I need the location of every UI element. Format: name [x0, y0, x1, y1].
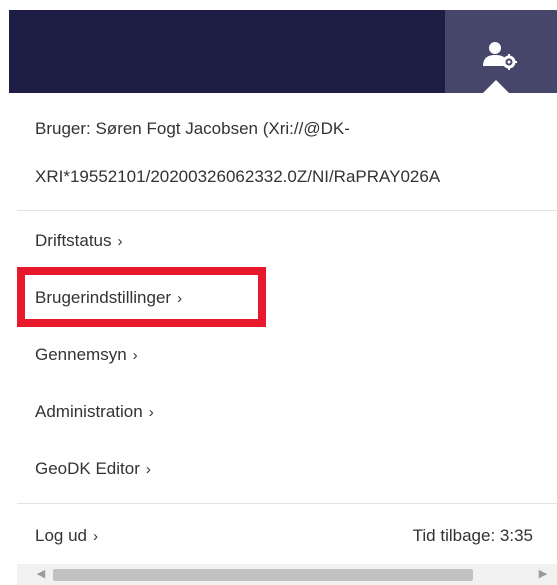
user-info-line1: Bruger: Søren Fogt Jacobsen (Xri://@DK- — [35, 119, 350, 138]
divider — [17, 503, 557, 504]
chevron-right-icon: › — [132, 347, 138, 364]
scroll-right-arrow-icon[interactable]: ▶ — [533, 564, 553, 585]
user-info-line2: XRI*19552101/20200326062332.0Z/NI/RaPRAY… — [35, 167, 441, 186]
horizontal-scrollbar[interactable]: ◀ ▶ — [17, 564, 557, 585]
logout-label: Log ud — [35, 526, 87, 545]
menu-item-label: Gennemsyn — [35, 345, 127, 364]
menu-item-driftstatus[interactable]: Driftstatus › — [17, 213, 557, 269]
session-timer: Tid tilbage: 3:35 — [412, 526, 533, 545]
dropdown-caret — [482, 80, 510, 94]
divider — [17, 210, 557, 211]
chevron-right-icon: › — [148, 404, 154, 421]
scroll-thumb[interactable] — [53, 569, 473, 581]
menu-item-label: Driftstatus — [35, 231, 112, 250]
menu-item-gennemsyn[interactable]: Gennemsyn › — [17, 327, 557, 383]
top-bar — [9, 10, 557, 93]
logout-link[interactable]: Log ud › — [35, 526, 98, 546]
logout-row: Log ud › Tid tilbage: 3:35 — [17, 508, 557, 564]
scroll-left-arrow-icon[interactable]: ◀ — [31, 564, 51, 585]
menu-item-administration[interactable]: Administration › — [17, 384, 557, 440]
menu-item-label: Administration — [35, 402, 143, 421]
chevron-right-icon: › — [93, 528, 98, 545]
user-info: Bruger: Søren Fogt Jacobsen (Xri://@DK- … — [17, 117, 557, 197]
chevron-right-icon: › — [145, 461, 151, 478]
menu-item-geodk-editor[interactable]: GeoDK Editor › — [17, 441, 557, 497]
menu-item-label: GeoDK Editor — [35, 459, 140, 478]
user-settings-icon — [483, 42, 517, 70]
highlight-box — [17, 267, 266, 327]
chevron-right-icon: › — [117, 233, 123, 250]
